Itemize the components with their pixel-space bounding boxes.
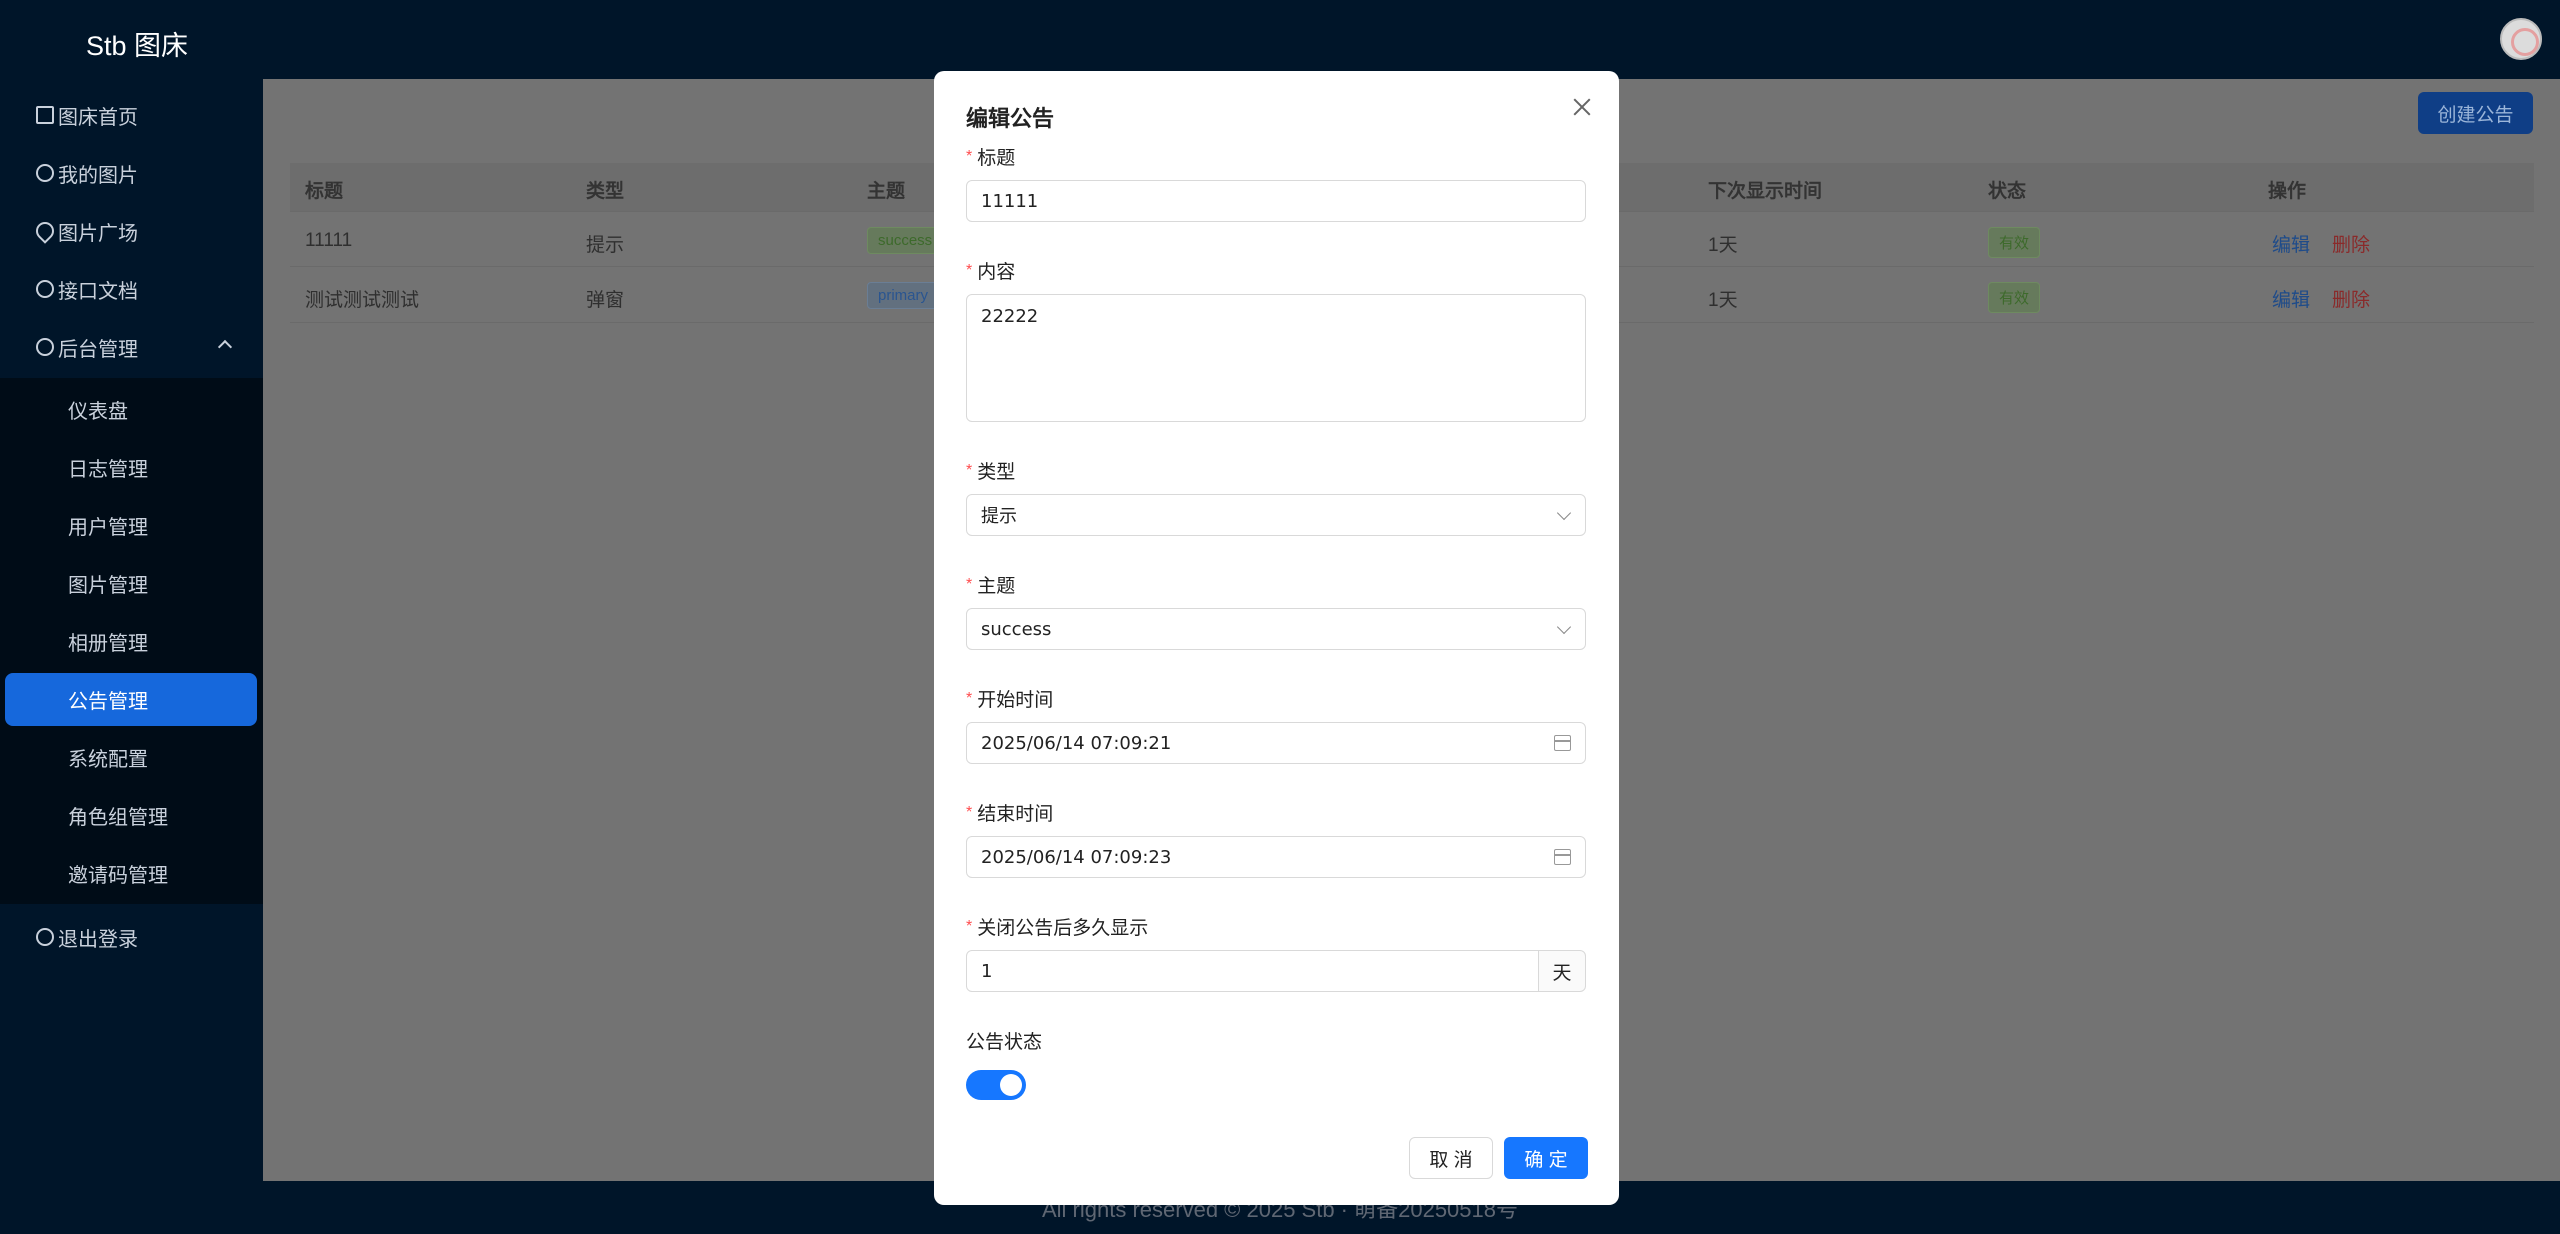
required-mark: * bbox=[966, 461, 973, 479]
status-badge: 有效 bbox=[1988, 282, 2041, 313]
title-input[interactable]: 11111 bbox=[966, 180, 1586, 222]
admin-submenu: 仪表盘 日志管理 用户管理 图片管理 相册管理 公告管理 系统配置 角色组管理 … bbox=[0, 378, 263, 904]
sidebar-item-gallery[interactable]: 图片广场 bbox=[32, 211, 138, 251]
required-mark: * bbox=[966, 689, 973, 707]
gear-icon bbox=[36, 338, 54, 356]
column-header-theme: 主题 bbox=[867, 181, 906, 202]
cancel-button[interactable]: 取 消 bbox=[1409, 1137, 1493, 1179]
start-time-picker[interactable]: 2025/06/14 07:09:21 bbox=[966, 722, 1586, 764]
sidebar-item-logout[interactable]: 退出登录 bbox=[36, 917, 138, 957]
column-header-title: 标题 bbox=[305, 181, 344, 202]
required-mark: * bbox=[966, 147, 973, 165]
required-mark: * bbox=[966, 575, 973, 593]
sidebar-item-label: 图片广场 bbox=[58, 222, 138, 245]
start-time-label-text: 开始时间 bbox=[977, 690, 1054, 711]
end-time-label: * 结束时间 bbox=[966, 799, 1053, 826]
fire-icon bbox=[32, 218, 58, 244]
required-mark: * bbox=[966, 261, 973, 279]
close-icon[interactable] bbox=[1570, 95, 1594, 119]
cell-type: 提示 bbox=[586, 235, 625, 256]
power-icon bbox=[36, 928, 54, 946]
required-mark: * bbox=[966, 917, 973, 935]
chevron-down-icon bbox=[1556, 505, 1572, 521]
chevron-up-icon[interactable] bbox=[217, 339, 233, 355]
sidebar-item-label: 我的图片 bbox=[58, 164, 138, 187]
column-header-actions: 操作 bbox=[2268, 181, 2307, 202]
theme-label: * 主题 bbox=[966, 571, 1015, 598]
chevron-down-icon bbox=[1556, 619, 1572, 635]
brand-title[interactable]: Stb 图床 bbox=[86, 24, 188, 63]
start-time-label: * 开始时间 bbox=[966, 685, 1053, 712]
sidebar-item-label: 图床首页 bbox=[58, 106, 138, 129]
type-label: * 类型 bbox=[966, 457, 1015, 484]
sidebar-item-home[interactable]: 图床首页 bbox=[36, 95, 138, 135]
sidebar-item-system-config[interactable]: 系统配置 bbox=[68, 737, 148, 777]
theme-select[interactable]: success bbox=[966, 608, 1586, 650]
cell-next-show: 1天 bbox=[1708, 235, 1738, 256]
theme-select-value: success bbox=[981, 618, 1052, 640]
modal-title: 编辑公告 bbox=[966, 106, 1055, 131]
end-time-picker[interactable]: 2025/06/14 07:09:23 bbox=[966, 836, 1586, 878]
type-select-value: 提示 bbox=[981, 506, 1017, 527]
sidebar-item-announcements[interactable]: 公告管理 bbox=[68, 679, 148, 719]
delete-link[interactable]: 删除 bbox=[2332, 285, 2370, 312]
content-label-text: 内容 bbox=[977, 262, 1016, 283]
avatar[interactable] bbox=[2500, 18, 2542, 60]
sidebar-item-label: 接口文档 bbox=[58, 280, 138, 303]
sidebar-item-albums[interactable]: 相册管理 bbox=[68, 621, 148, 661]
column-header-status: 状态 bbox=[1988, 181, 2027, 202]
sidebar-item-api-docs[interactable]: 接口文档 bbox=[36, 269, 138, 309]
sidebar-item-images[interactable]: 图片管理 bbox=[68, 563, 148, 603]
edit-link[interactable]: 编辑 bbox=[2272, 285, 2310, 312]
sidebar-item-label: 后台管理 bbox=[58, 338, 138, 361]
theme-tag: primary bbox=[867, 282, 940, 309]
toggle-knob bbox=[1000, 1074, 1022, 1096]
cell-type: 弹窗 bbox=[586, 290, 625, 311]
status-toggle[interactable] bbox=[966, 1070, 1026, 1100]
sidebar-item-dashboard[interactable]: 仪表盘 bbox=[68, 389, 128, 429]
content-textarea[interactable]: 22222 bbox=[966, 294, 1586, 422]
required-mark: * bbox=[966, 803, 973, 821]
question-icon bbox=[36, 280, 54, 298]
reshow-days-input[interactable]: 1 bbox=[966, 950, 1539, 992]
top-header: Stb 图床 bbox=[0, 0, 2560, 79]
sidebar-item-logs[interactable]: 日志管理 bbox=[68, 447, 148, 487]
home-icon bbox=[36, 106, 54, 124]
column-header-next-show: 下次显示时间 bbox=[1708, 181, 1823, 202]
cell-title: 11111 bbox=[305, 230, 353, 251]
title-label-text: 标题 bbox=[977, 148, 1016, 169]
create-announcement-button[interactable]: 创建公告 bbox=[2418, 92, 2533, 134]
sidebar: 图床首页 我的图片 图片广场 接口文档 后台管理 仪表盘 日志管理 用户管理 图… bbox=[0, 79, 263, 1234]
image-icon bbox=[36, 164, 54, 182]
content-label: * 内容 bbox=[966, 257, 1015, 284]
confirm-button[interactable]: 确 定 bbox=[1504, 1137, 1588, 1179]
edit-announcement-modal: 编辑公告 * 标题 11111 * 内容 22222 * 类型 提示 * 主题 … bbox=[934, 71, 1619, 1205]
type-select[interactable]: 提示 bbox=[966, 494, 1586, 536]
theme-tag: success bbox=[867, 227, 944, 254]
sidebar-item-users[interactable]: 用户管理 bbox=[68, 505, 148, 545]
sidebar-item-admin[interactable]: 后台管理 bbox=[36, 327, 138, 367]
cell-title: 测试测试测试 bbox=[305, 290, 420, 311]
type-label-text: 类型 bbox=[977, 462, 1016, 483]
title-label: * 标题 bbox=[966, 143, 1015, 170]
calendar-icon bbox=[1554, 849, 1571, 865]
start-time-value: 2025/06/14 07:09:21 bbox=[981, 732, 1172, 754]
reshow-label: * 关闭公告后多久显示 bbox=[966, 913, 1148, 940]
days-unit-addon: 天 bbox=[1538, 950, 1586, 992]
delete-link[interactable]: 删除 bbox=[2332, 230, 2370, 257]
edit-link[interactable]: 编辑 bbox=[2272, 230, 2310, 257]
column-header-type: 类型 bbox=[586, 181, 625, 202]
end-time-value: 2025/06/14 07:09:23 bbox=[981, 846, 1172, 868]
cell-next-show: 1天 bbox=[1708, 290, 1738, 311]
end-time-label-text: 结束时间 bbox=[977, 804, 1054, 825]
theme-label-text: 主题 bbox=[977, 576, 1016, 597]
sidebar-item-roles[interactable]: 角色组管理 bbox=[68, 795, 168, 835]
status-label: 公告状态 bbox=[966, 1032, 1043, 1053]
status-badge: 有效 bbox=[1988, 227, 2041, 258]
sidebar-item-label: 退出登录 bbox=[58, 928, 138, 951]
sidebar-item-invite-codes[interactable]: 邀请码管理 bbox=[68, 853, 168, 893]
calendar-icon bbox=[1554, 735, 1571, 751]
reshow-label-text: 关闭公告后多久显示 bbox=[977, 918, 1149, 939]
sidebar-item-my-images[interactable]: 我的图片 bbox=[36, 153, 138, 193]
